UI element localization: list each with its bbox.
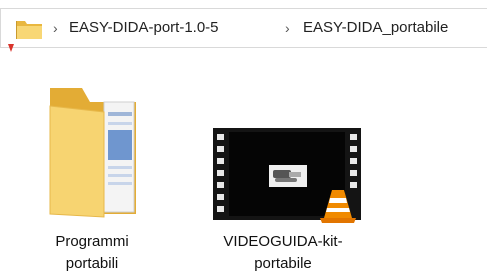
vlc-video-icon bbox=[213, 128, 361, 223]
file-item-label: VIDEOGUIDA-kit- portabile bbox=[223, 233, 343, 272]
file-item-programmi-portabili[interactable]: Programmi portabili bbox=[12, 72, 172, 277]
breadcrumb-chevron-icon[interactable]: › bbox=[53, 20, 58, 36]
breadcrumb-item-easy-dida-portabile[interactable]: EASY-DIDA_portabile bbox=[303, 19, 448, 36]
file-item-label: Programmi portabili bbox=[55, 233, 129, 272]
breadcrumb-item-easy-dida-port[interactable]: EASY-DIDA-port-1.0-5 bbox=[69, 19, 219, 36]
explorer-window: › EASY-DIDA-port-1.0-5 › EASY-DIDA_porta… bbox=[0, 0, 487, 280]
folder-icon bbox=[16, 21, 42, 39]
breadcrumb-chevron-icon[interactable]: › bbox=[285, 20, 290, 36]
address-bar[interactable]: › EASY-DIDA-port-1.0-5 › EASY-DIDA_porta… bbox=[0, 8, 487, 48]
folder-with-documents-icon bbox=[49, 88, 136, 218]
red-marker-icon bbox=[8, 44, 14, 52]
file-item-videoguida-kit-portabile[interactable]: VIDEOGUIDA-kit- portabile bbox=[203, 72, 363, 277]
